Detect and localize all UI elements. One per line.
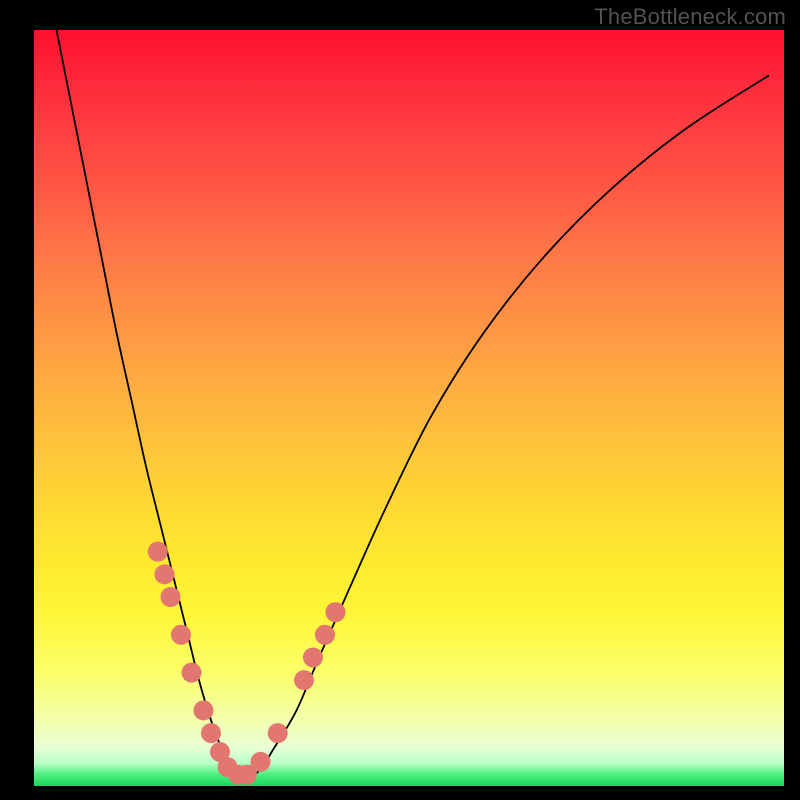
data-point-right-cluster-1	[251, 752, 271, 772]
data-point-left-cluster-5	[182, 663, 202, 683]
data-point-left-cluster-2	[155, 564, 175, 584]
data-point-left-cluster-6	[194, 700, 214, 720]
chart-svg	[34, 30, 784, 786]
plot-area	[34, 30, 784, 786]
data-point-right-cluster-4	[303, 647, 323, 667]
chart-frame: TheBottleneck.com	[0, 0, 800, 800]
data-point-left-cluster-3	[161, 587, 181, 607]
watermark-text: TheBottleneck.com	[594, 4, 786, 30]
data-point-left-cluster-7	[201, 723, 221, 743]
data-point-right-cluster-2	[268, 723, 288, 743]
data-point-right-cluster-6	[326, 602, 346, 622]
data-point-right-cluster-5	[315, 625, 335, 645]
data-point-left-cluster-4	[171, 625, 191, 645]
data-point-left-cluster-1	[148, 542, 168, 562]
bottleneck-curve	[57, 30, 770, 779]
data-point-right-cluster-3	[294, 670, 314, 690]
data-points-group	[148, 542, 346, 785]
